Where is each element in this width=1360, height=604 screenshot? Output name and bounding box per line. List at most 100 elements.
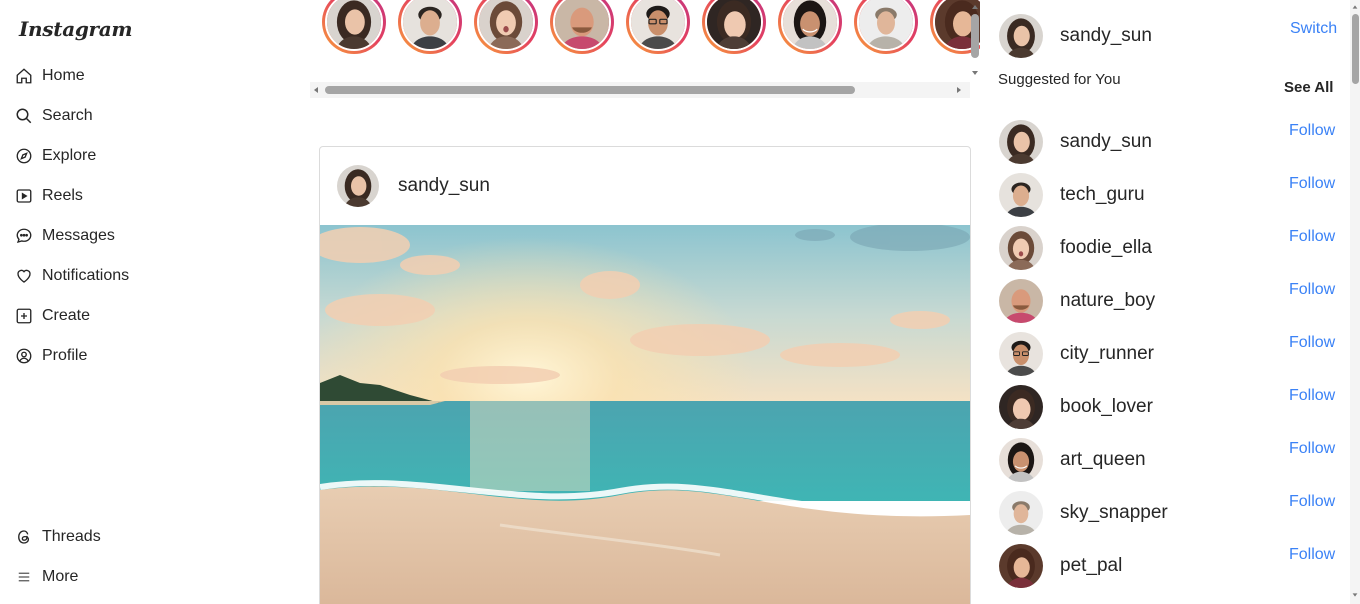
suggestion-username[interactable]: tech_guru: [1060, 184, 1145, 206]
avatar[interactable]: [999, 172, 1043, 217]
follow-button[interactable]: Follow: [1289, 387, 1335, 405]
story-avatar[interactable]: [398, 0, 462, 54]
nav-item-create[interactable]: Create: [14, 296, 129, 336]
avatar[interactable]: [999, 384, 1043, 429]
avatar[interactable]: [999, 119, 1043, 164]
stories-vertical-scrollbar[interactable]: [971, 14, 979, 58]
nav-item-messages[interactable]: Messages: [14, 216, 129, 256]
woman-portrait-icon: [999, 119, 1043, 164]
follow-button[interactable]: Follow: [1289, 334, 1335, 352]
user-circle-icon: [14, 346, 34, 366]
suggestion-username[interactable]: book_lover: [1060, 396, 1153, 418]
nav-label: Home: [42, 67, 85, 84]
avatar[interactable]: [337, 165, 379, 207]
right-panel: sandy_sun Switch Suggested for You See A…: [983, 0, 1360, 604]
scroll-up-arrow-icon[interactable]: [1351, 3, 1359, 11]
suggestion-item: sandy_sun Follow: [999, 115, 1339, 168]
suggestion-item: city_runner Follow: [999, 327, 1339, 380]
scrollbar-thumb[interactable]: [1352, 14, 1359, 84]
scroll-down-arrow-icon[interactable]: [970, 68, 980, 78]
nav-item-more[interactable]: More: [14, 557, 101, 597]
scroll-left-arrow-icon[interactable]: [311, 85, 321, 95]
scrollbar-thumb[interactable]: [325, 86, 855, 94]
heart-icon: [14, 266, 34, 286]
current-user: sandy_sun: [999, 14, 1152, 58]
follow-button[interactable]: Follow: [1289, 493, 1335, 511]
suggestion-item: pet_pal Follow: [999, 539, 1339, 592]
nav-item-explore[interactable]: Explore: [14, 136, 129, 176]
man-portrait-icon: [631, 0, 685, 49]
suggestion-username[interactable]: foodie_ella: [1060, 237, 1152, 259]
nav-list: Home Search Explore Reels Messages Notif…: [14, 56, 129, 376]
woman-portrait-icon: [999, 14, 1043, 58]
nav-item-search[interactable]: Search: [14, 96, 129, 136]
nav-item-profile[interactable]: Profile: [14, 336, 129, 376]
scroll-down-arrow-icon[interactable]: [1351, 591, 1359, 599]
post-image[interactable]: [320, 225, 970, 604]
see-all-link[interactable]: See All: [1284, 79, 1333, 96]
suggestion-username[interactable]: pet_pal: [1060, 555, 1122, 577]
follow-button[interactable]: Follow: [1289, 281, 1335, 299]
follow-button[interactable]: Follow: [1289, 175, 1335, 193]
suggestion-item: foodie_ella Follow: [999, 221, 1339, 274]
woman-portrait-icon: [479, 0, 533, 49]
nav-item-reels[interactable]: Reels: [14, 176, 129, 216]
current-username[interactable]: sandy_sun: [1060, 25, 1152, 47]
woman-portrait-icon: [999, 437, 1043, 482]
story-avatar[interactable]: [854, 0, 918, 54]
sidebar-nav: Instagram Home Search Explore Reels Mess…: [0, 0, 300, 604]
man-portrait-icon: [859, 0, 913, 49]
suggestions-list: sandy_sun Follow tech_guru Follow foodie…: [999, 115, 1339, 592]
nav-label: Profile: [42, 347, 88, 364]
feed-post: sandy_sun: [319, 146, 971, 604]
woman-portrait-icon: [999, 543, 1043, 588]
page-vertical-scrollbar[interactable]: [1350, 0, 1360, 604]
suggestion-username[interactable]: sky_snapper: [1060, 502, 1168, 524]
story-avatar[interactable]: [550, 0, 614, 54]
avatar[interactable]: [999, 278, 1043, 323]
suggestion-username[interactable]: nature_boy: [1060, 290, 1155, 312]
story-avatar[interactable]: [474, 0, 538, 54]
suggestion-username[interactable]: sandy_sun: [1060, 131, 1152, 153]
stories-horizontal-scrollbar[interactable]: [310, 82, 970, 98]
switch-account-link[interactable]: Switch: [1290, 20, 1337, 38]
man-portrait-icon: [999, 331, 1043, 376]
instagram-logo[interactable]: Instagram: [19, 17, 133, 41]
story-avatar[interactable]: [322, 0, 386, 54]
avatar[interactable]: [999, 225, 1043, 270]
follow-button[interactable]: Follow: [1289, 122, 1335, 140]
woman-portrait-icon: [707, 0, 761, 49]
avatar[interactable]: [999, 437, 1043, 482]
suggestion-item: nature_boy Follow: [999, 274, 1339, 327]
scroll-right-arrow-icon[interactable]: [954, 85, 964, 95]
suggestion-username[interactable]: art_queen: [1060, 449, 1146, 471]
nav-item-home[interactable]: Home: [14, 56, 129, 96]
woman-portrait-icon: [327, 0, 381, 49]
story-avatar[interactable]: [778, 0, 842, 54]
story-avatar[interactable]: [626, 0, 690, 54]
suggestion-item: art_queen Follow: [999, 433, 1339, 486]
avatar[interactable]: [999, 543, 1043, 588]
suggestion-username[interactable]: city_runner: [1060, 343, 1154, 365]
woman-portrait-icon: [783, 0, 837, 49]
reels-icon: [14, 186, 34, 206]
follow-button[interactable]: Follow: [1289, 546, 1335, 564]
nav-item-threads[interactable]: Threads: [14, 517, 101, 557]
follow-button[interactable]: Follow: [1289, 228, 1335, 246]
nav-label: Reels: [42, 187, 83, 204]
nav-label: Notifications: [42, 267, 130, 284]
man-portrait-icon: [999, 490, 1043, 535]
post-username[interactable]: sandy_sun: [398, 175, 490, 197]
follow-button[interactable]: Follow: [1289, 440, 1335, 458]
man-portrait-icon: [999, 278, 1043, 323]
story-avatar[interactable]: [702, 0, 766, 54]
suggestion-item: sky_snapper Follow: [999, 486, 1339, 539]
nav-label: More: [42, 568, 79, 585]
avatar[interactable]: [999, 490, 1043, 535]
avatar[interactable]: [999, 331, 1043, 376]
suggested-heading: Suggested for You: [998, 71, 1121, 88]
nav-item-notifications[interactable]: Notifications: [14, 256, 129, 296]
avatar[interactable]: [999, 14, 1043, 58]
compass-icon: [14, 146, 34, 166]
scroll-up-arrow-icon[interactable]: [970, 2, 980, 12]
